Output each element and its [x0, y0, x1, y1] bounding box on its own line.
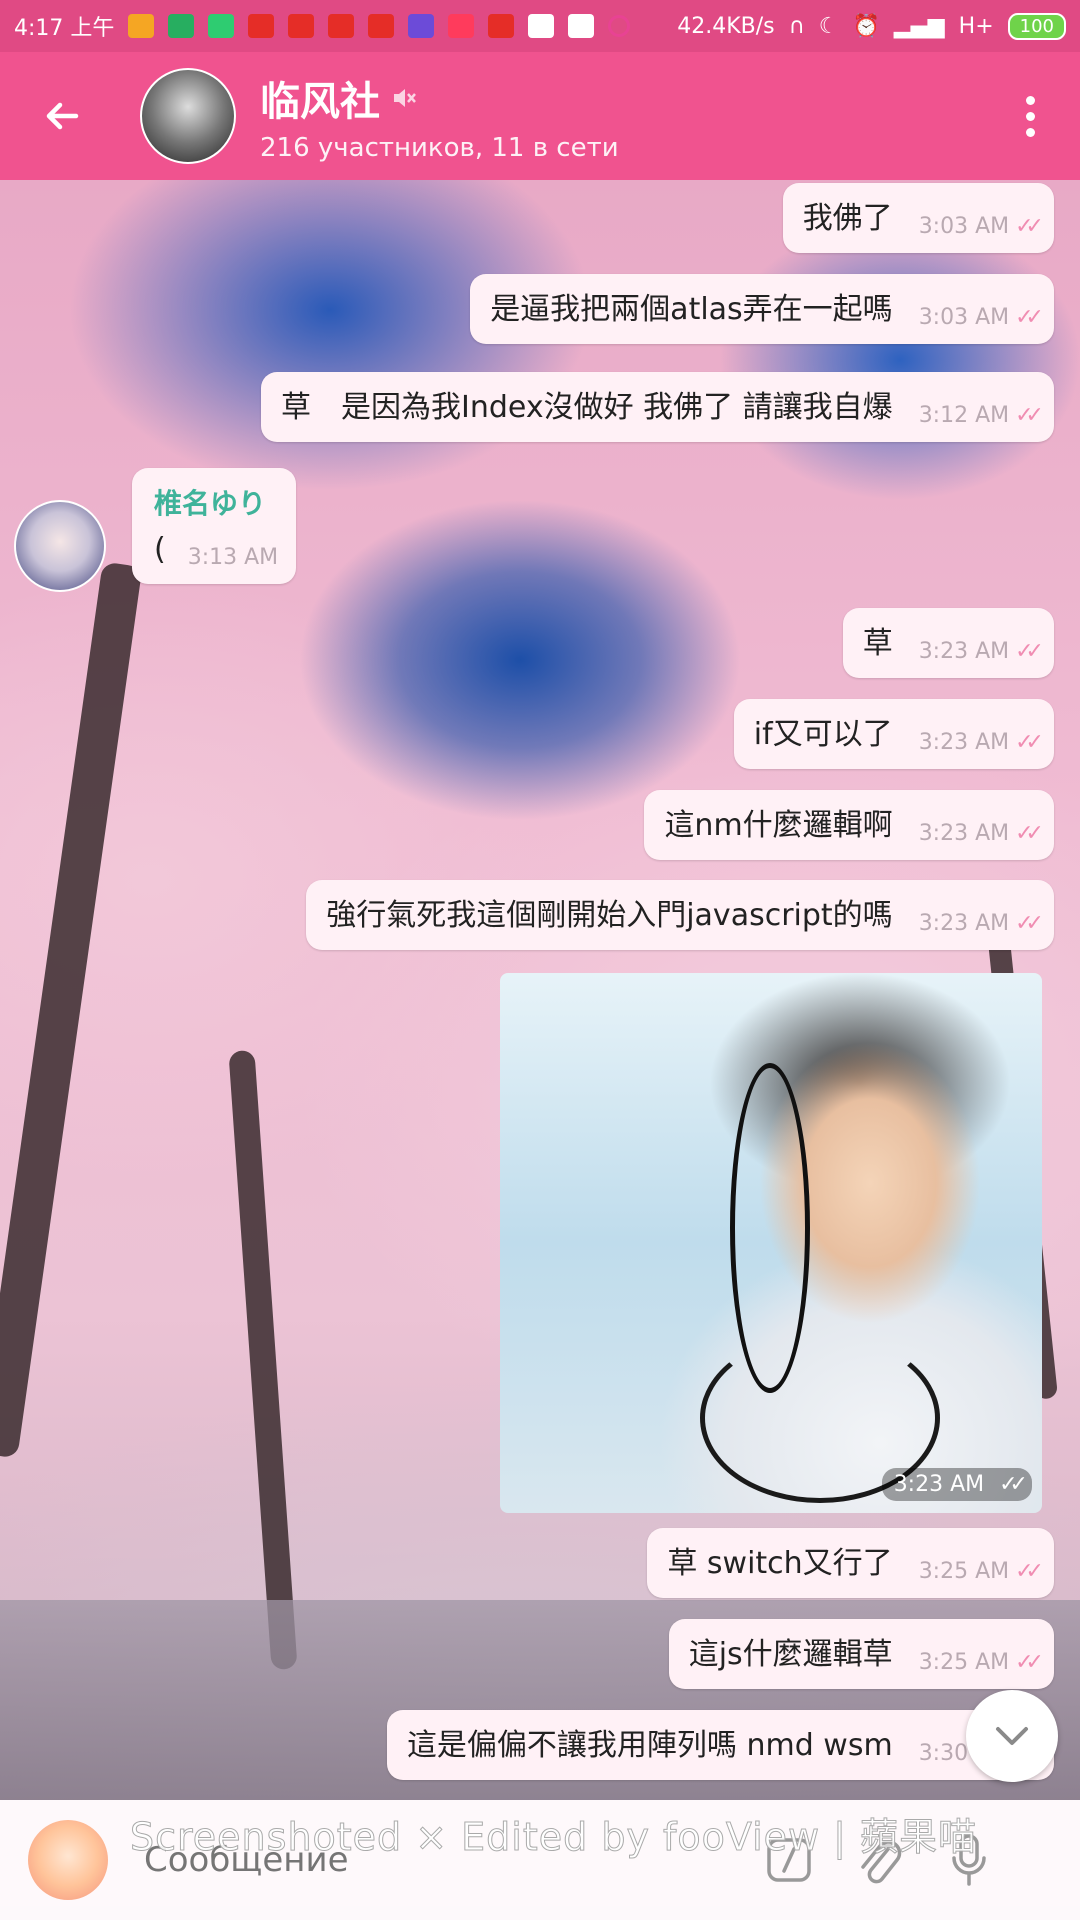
sender-name[interactable]: 椎名ゆり — [154, 482, 266, 522]
message-time: 3:23 AM — [918, 730, 1010, 755]
message-text: 草 switch又行了 — [667, 1546, 893, 1581]
photo-message[interactable]: 3:23 AM ✓✓ — [500, 973, 1042, 1513]
screenshot-watermark: Screenshoted × Edited by fooView | 蘋果喵 — [129, 1815, 978, 1860]
message-time: 3:12 AM — [918, 403, 1010, 428]
message-bubble[interactable]: 是逼我把兩個atlas弄在一起嗎 3:03 AM ✓✓ — [470, 274, 1054, 344]
youtube-icon — [488, 14, 515, 38]
status-time: 4:17 上午 — [14, 16, 115, 41]
message-time: 3:25 AM — [918, 1650, 1010, 1675]
network-speed: 42.4KB/s — [677, 13, 775, 39]
double-check-icon: ✓✓ — [1015, 1650, 1044, 1675]
message-bubble[interactable]: 草 3:23 AM ✓✓ — [842, 608, 1054, 678]
message-text: 強行氣死我這個剛開始入門javascript的嗎 — [326, 898, 893, 933]
message-text: 我佛了 — [802, 201, 893, 236]
signal-icon: ▂▄▆ — [893, 13, 945, 39]
chat-title-block[interactable]: 临风社 216 участников, 11 в сети — [260, 69, 619, 163]
double-check-icon: ✓✓ — [1015, 639, 1044, 664]
message-bubble[interactable]: if又可以了 3:23 AM ✓✓ — [733, 699, 1054, 769]
photo-meta: 3:23 AM ✓✓ — [881, 1468, 1032, 1501]
message-time: 3:03 AM — [918, 305, 1010, 330]
sticker-icon[interactable] — [28, 1820, 108, 1900]
youtube-icon — [368, 14, 395, 38]
group-avatar[interactable] — [140, 68, 236, 164]
message-bubble[interactable]: 這nm什麼邏輯啊 3:23 AM ✓✓ — [644, 790, 1054, 860]
back-arrow-icon — [46, 102, 79, 130]
double-check-icon: ✓✓ — [1015, 1559, 1044, 1584]
message-time: 3:23 AM — [893, 1472, 985, 1497]
message-bubble[interactable]: 這是偏偏不讓我用陣列嗎 nmd wsm 3:30 AM✓✓ — [386, 1710, 1054, 1780]
cloud-icon — [128, 14, 155, 38]
message-bubble[interactable]: 這js什麼邏輯草 3:25 AM ✓✓ — [668, 1619, 1054, 1689]
sender-avatar[interactable] — [14, 500, 106, 592]
message-text: if又可以了 — [753, 717, 893, 752]
message-time: 3:23 AM — [918, 821, 1010, 846]
app-icon — [408, 14, 435, 38]
incoming-message-bubble[interactable]: 椎名ゆり ( 3:13 AM — [132, 468, 297, 584]
double-check-icon: ✓✓ — [1015, 305, 1044, 330]
sync-icon — [608, 15, 631, 37]
shopping-icon — [448, 14, 475, 38]
more-vert-icon[interactable] — [1010, 74, 1050, 158]
message-time: 3:23 AM — [918, 639, 1010, 664]
shield-icon — [168, 14, 195, 38]
message-bubble[interactable]: 強行氣死我這個剛開始入門javascript的嗎 3:23 AM ✓✓ — [306, 880, 1054, 950]
message-time: 3:03 AM — [918, 214, 1010, 239]
message-text: 這nm什麼邏輯啊 — [664, 808, 893, 843]
message-text: 草 是因為我Index沒做好 我佛了 請讓我自爆 — [281, 390, 893, 425]
message-text: 這js什麼邏輯草 — [688, 1637, 893, 1672]
message-bubble[interactable]: 草 是因為我Index沒做好 我佛了 請讓我自爆 3:12 AM ✓✓ — [261, 372, 1054, 442]
message-bubble[interactable]: 草 switch又行了 3:25 AM ✓✓ — [647, 1528, 1054, 1598]
chevron-down-icon — [996, 1727, 1028, 1745]
message-time: 3:23 AM — [918, 911, 1010, 936]
double-check-icon: ✓✓ — [1015, 730, 1044, 755]
double-check-icon: ✓✓ — [1015, 214, 1044, 239]
status-bar: 4:17 上午 42.4KB/s ∩ ☾ ⏰ ▂▄▆ H+ 100 — [0, 0, 1080, 52]
shield-icon — [208, 14, 235, 38]
youtube-icon — [328, 14, 355, 38]
message-time: 3:25 AM — [918, 1559, 1010, 1584]
message-text: 是逼我把兩個atlas弄在一起嗎 — [490, 292, 893, 327]
alarm-icon: ⏰ — [852, 13, 880, 39]
double-check-icon: ✓✓ — [1015, 403, 1044, 428]
battery-indicator: 100 — [1007, 12, 1066, 40]
play-store-icon — [568, 14, 595, 38]
youtube-icon — [288, 14, 315, 38]
chat-header: 临风社 216 участников, 11 в сети — [0, 52, 1080, 180]
youtube-icon — [248, 14, 275, 38]
scroll-down-button[interactable] — [966, 1690, 1058, 1782]
moon-icon: ☾ — [818, 13, 839, 39]
double-check-icon: ✓✓ — [999, 1472, 1028, 1497]
message-bubble[interactable]: 我佛了 3:03 AM ✓✓ — [782, 183, 1054, 253]
back-button[interactable] — [20, 74, 104, 158]
double-check-icon: ✓✓ — [1015, 911, 1044, 936]
message-time: 3:13 AM — [187, 545, 279, 570]
message-text: ( — [154, 532, 166, 567]
muted-icon — [394, 89, 416, 107]
message-text: 這是偏偏不讓我用陣列嗎 nmd wsm — [406, 1728, 893, 1763]
network-type: H+ — [958, 13, 994, 39]
message-text: 草 — [862, 626, 893, 661]
member-count: 216 участников, 11 в сети — [260, 133, 619, 163]
double-check-icon: ✓✓ — [1015, 821, 1044, 846]
chat-title: 临风社 — [260, 79, 380, 125]
headphone-icon: ∩ — [788, 13, 805, 39]
play-store-icon — [528, 14, 555, 38]
